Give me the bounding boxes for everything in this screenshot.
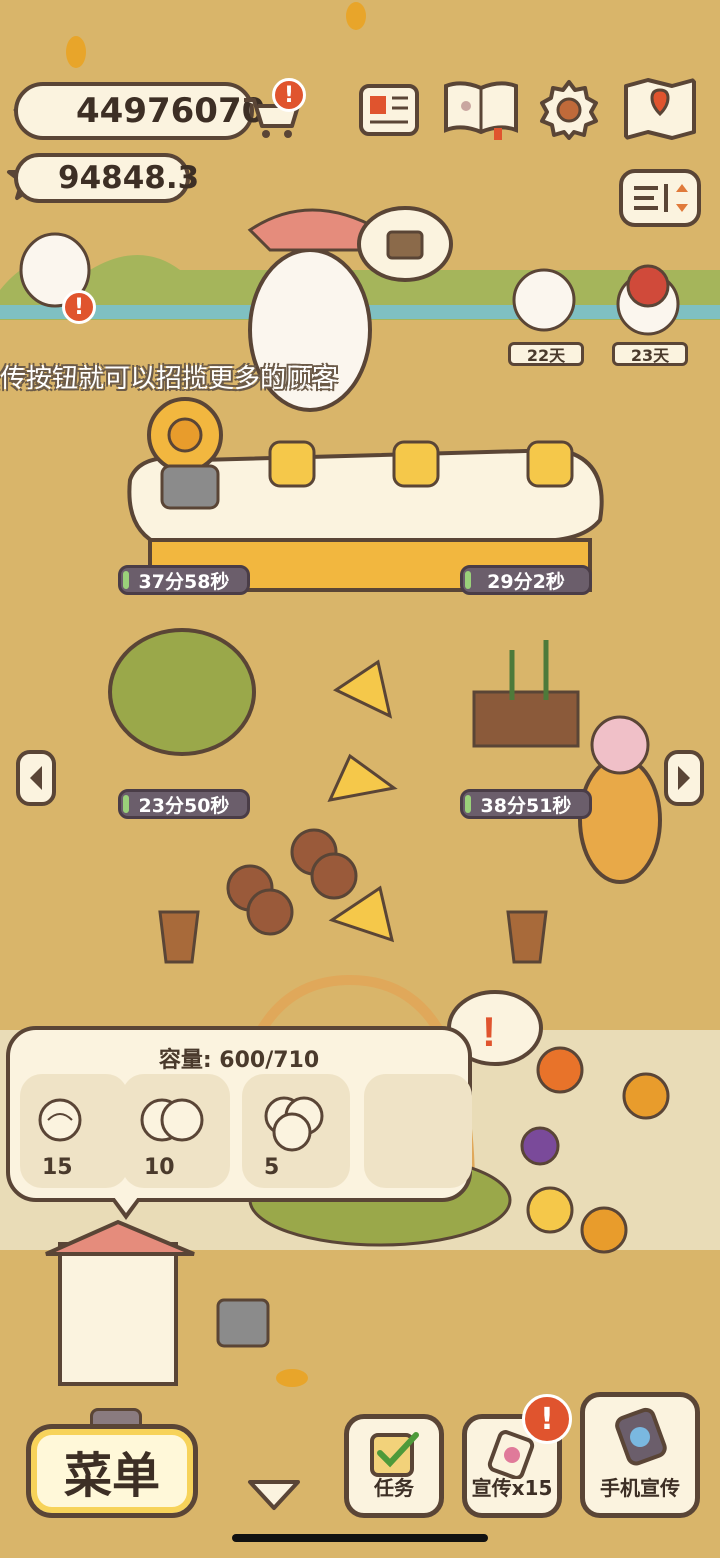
timer-progress-bar <box>123 795 129 813</box>
newspaper-icon[interactable] <box>358 80 420 142</box>
tip-banner-text: 宣传按钮就可以招揽更多的顾客 <box>0 364 339 394</box>
scroll-right-button[interactable] <box>664 750 704 806</box>
yarn-ball-icon <box>264 1096 324 1152</box>
chevron-left-icon <box>30 766 42 790</box>
shop-alert-badge: ! <box>272 78 306 112</box>
timer-text: 23分50秒 <box>138 794 230 817</box>
fish-currency-counter: 44976070 <box>14 82 265 140</box>
visitor-alert-badge[interactable]: ! <box>62 290 96 324</box>
star-currency-value: 94848.3 <box>58 160 200 196</box>
fish-currency-value: 44976070 <box>76 91 266 131</box>
item-timer: 23分50秒 <box>118 789 250 819</box>
menu-button[interactable]: 菜单 <box>26 1424 198 1518</box>
timer-progress-bar <box>465 571 471 589</box>
star-currency-counter: 94848.3 <box>14 153 199 203</box>
timer-text: 38分51秒 <box>480 794 572 817</box>
storage-slot-empty[interactable] <box>364 1074 472 1188</box>
tasks-button[interactable]: 任务 <box>344 1414 444 1518</box>
chevron-right-icon <box>678 766 690 790</box>
visitor-days-label: 23天 <box>612 342 688 366</box>
storage-slot[interactable]: 15 <box>20 1074 128 1188</box>
garden-scene: ! <box>0 2 720 1387</box>
promo-alert-badge: ! <box>522 1394 572 1444</box>
timer-progress-bar <box>123 571 129 589</box>
visitor-days-label: 22天 <box>508 342 584 366</box>
slot-count: 5 <box>264 1155 280 1180</box>
storage-slot[interactable]: 5 <box>242 1074 350 1188</box>
timer-text: 29分2秒 <box>487 570 565 593</box>
yarn-ball-icon <box>38 1098 82 1142</box>
slot-count: 15 <box>42 1155 73 1180</box>
map-icon[interactable] <box>622 76 698 142</box>
settings-gear-icon[interactable] <box>538 78 600 140</box>
phone-promo-label: 手机宣传 <box>600 1476 680 1500</box>
timer-progress-bar <box>465 795 471 813</box>
yarn-ball-icon <box>140 1098 204 1142</box>
svg-text:!: ! <box>482 1008 496 1055</box>
phone-promo-button[interactable]: 手机宣传 <box>580 1392 700 1518</box>
storage-slot[interactable]: 10 <box>122 1074 230 1188</box>
cat-album-book-icon[interactable] <box>442 78 520 140</box>
chevron-down-icon[interactable] <box>244 1476 304 1512</box>
popup-tail-inner <box>114 1197 138 1213</box>
scroll-left-button[interactable] <box>16 750 56 806</box>
tasks-label: 任务 <box>374 1476 414 1500</box>
item-timer: 29分2秒 <box>460 565 592 595</box>
capacity-popup: 容量: 600/710 15 10 5 <box>6 1026 472 1220</box>
promo-label: 宣传x15 <box>471 1476 553 1500</box>
timer-text: 37分58秒 <box>138 570 230 593</box>
home-indicator <box>232 1534 488 1542</box>
slot-count: 10 <box>144 1155 175 1180</box>
item-timer: 38分51秒 <box>460 789 592 819</box>
capacity-title: 容量: 600/710 <box>158 1048 320 1073</box>
sort-layout-toggle-icon[interactable] <box>618 168 702 228</box>
item-timer: 37分58秒 <box>118 565 250 595</box>
menu-button-label: 菜单 <box>63 1448 160 1504</box>
phone-icon <box>615 1407 667 1466</box>
